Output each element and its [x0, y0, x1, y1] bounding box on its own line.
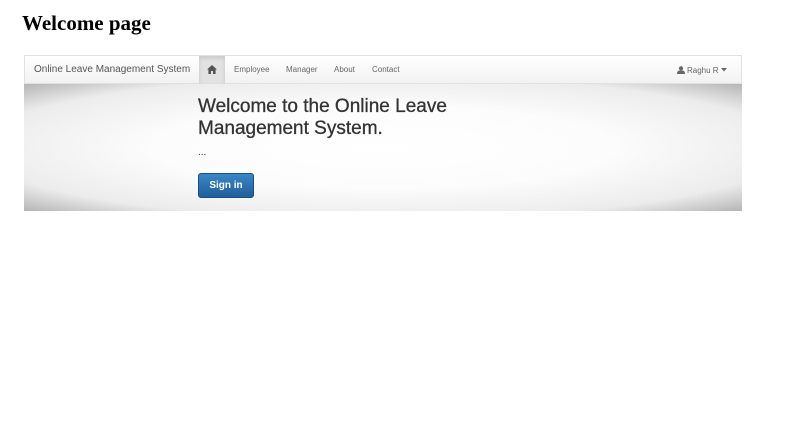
nav-home-tab[interactable]: [199, 56, 225, 84]
user-name: Raghu R: [687, 65, 719, 75]
nav-link-manager[interactable]: Manager: [286, 56, 318, 84]
sign-in-button[interactable]: Sign in: [198, 173, 254, 198]
home-icon: [207, 65, 217, 74]
nav-link-contact[interactable]: Contact: [372, 56, 400, 84]
nav-link-about[interactable]: About: [334, 56, 355, 84]
user-menu[interactable]: Raghu R: [677, 56, 727, 84]
hero-text: ...: [198, 147, 207, 158]
navbar-brand[interactable]: Online Leave Management System: [34, 56, 190, 84]
page-title: Welcome page: [22, 11, 151, 35]
hero-jumbotron: Welcome to the Online Leave Management S…: [24, 84, 742, 211]
hero-title: Welcome to the Online Leave Management S…: [198, 96, 447, 139]
nav-link-employee[interactable]: Employee: [234, 56, 270, 84]
navbar: Online Leave Management System Employee …: [24, 55, 742, 84]
caret-down-icon: [720, 68, 727, 72]
user-icon: [677, 66, 685, 74]
app-screenshot: Online Leave Management System Employee …: [24, 55, 742, 211]
